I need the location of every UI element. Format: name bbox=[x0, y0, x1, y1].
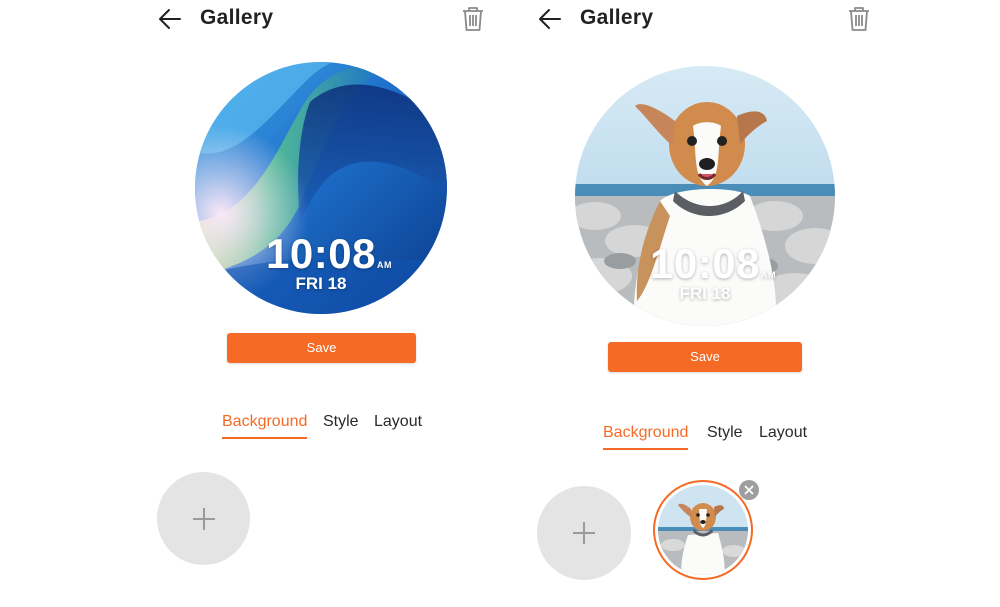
tab-layout[interactable]: Layout bbox=[759, 424, 807, 442]
plus-icon bbox=[573, 522, 595, 544]
delete-button[interactable] bbox=[846, 5, 872, 33]
tab-layout[interactable]: Layout bbox=[374, 413, 422, 431]
tab-style[interactable]: Style bbox=[323, 413, 359, 431]
arrow-left-icon bbox=[159, 9, 181, 29]
save-button[interactable]: Save bbox=[227, 333, 416, 363]
delete-button[interactable] bbox=[460, 5, 486, 33]
trash-icon bbox=[463, 7, 483, 31]
time-display: 10:08 AM FRI 18 bbox=[195, 230, 447, 294]
add-image-button[interactable] bbox=[157, 472, 250, 565]
clock-time: 10:08 bbox=[650, 240, 760, 287]
am-pm-label: AM bbox=[760, 270, 776, 280]
plus-icon bbox=[192, 507, 215, 530]
add-image-button[interactable] bbox=[537, 486, 631, 580]
header: Gallery bbox=[530, 0, 880, 40]
arrow-left-icon bbox=[539, 9, 561, 29]
remove-thumbnail-button[interactable] bbox=[739, 480, 759, 500]
background-thumbnail-selected[interactable] bbox=[653, 480, 753, 580]
page-title: Gallery bbox=[580, 6, 654, 29]
am-pm-label: AM bbox=[376, 260, 392, 270]
tab-style[interactable]: Style bbox=[707, 424, 743, 442]
header: Gallery bbox=[150, 0, 500, 40]
back-button[interactable] bbox=[156, 5, 184, 33]
trash-icon bbox=[849, 7, 869, 31]
gallery-screen-abstract: Gallery 10:08 AM FRI 18 Save Background … bbox=[150, 0, 500, 607]
save-button[interactable]: Save bbox=[608, 342, 802, 372]
dog-photo-thumbnail bbox=[658, 485, 748, 575]
gallery-screen-photo: Gallery 10:08 AM FRI 18 Save Background … bbox=[530, 0, 880, 607]
tab-background[interactable]: Background bbox=[222, 413, 308, 439]
clock-time: 10:08 bbox=[266, 230, 376, 277]
thumbnail-image bbox=[658, 485, 748, 575]
back-button[interactable] bbox=[536, 5, 564, 33]
tab-background[interactable]: Background bbox=[603, 424, 689, 450]
close-icon bbox=[744, 485, 754, 495]
page-title: Gallery bbox=[200, 6, 274, 29]
watch-face-preview: 10:08 AM FRI 18 bbox=[195, 62, 447, 314]
watch-face-preview: 10:08 AM FRI 18 bbox=[575, 66, 835, 326]
time-display: 10:08 AM FRI 18 bbox=[575, 240, 835, 304]
